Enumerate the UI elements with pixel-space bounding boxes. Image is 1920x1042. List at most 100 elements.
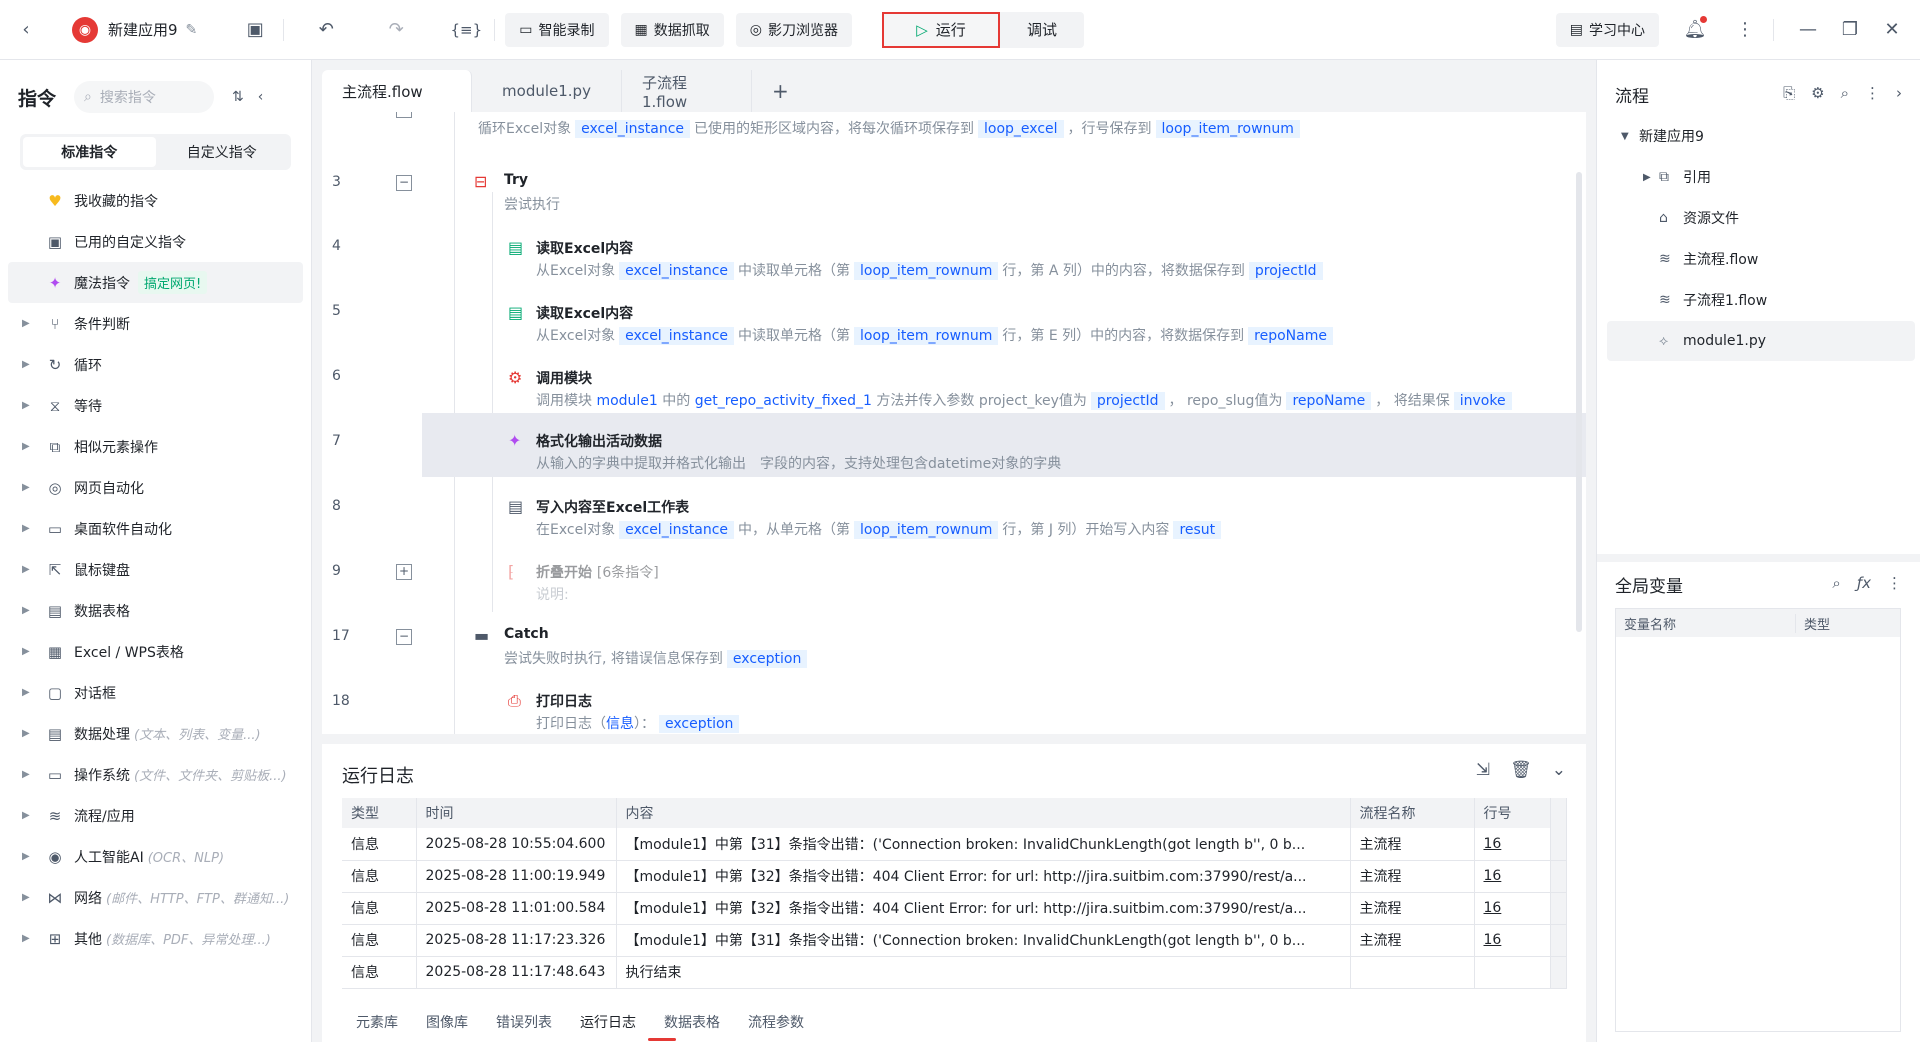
command-category[interactable]: ▶ ⊞ 其他 (数据库、PDF、异常处理...) [0, 918, 311, 959]
code-icon[interactable]: {≡} [448, 12, 484, 48]
command-category[interactable]: ▶ ▤ 数据表格 [0, 590, 311, 631]
learn-center-button[interactable]: ▤ 学习中心 [1555, 12, 1659, 47]
caret-right-icon: ▶ [22, 318, 30, 329]
collapse-right-icon[interactable]: › [1896, 84, 1902, 102]
bottom-tab[interactable]: 流程参数 [734, 1006, 818, 1038]
tab-module1[interactable]: module1.py [472, 70, 622, 112]
command-category[interactable]: ▶ ▦ Excel / WPS表格 [0, 631, 311, 672]
tree-item-main-flow[interactable]: ≋ 主流程.flow [1607, 239, 1915, 279]
bottom-tab[interactable]: 图像库 [412, 1006, 482, 1038]
bottom-tab[interactable]: 运行日志 [566, 1006, 650, 1038]
flow-panel-title: 流程 [1615, 87, 1649, 107]
chevron-down-icon[interactable]: ⌄ [1552, 760, 1566, 780]
command-category[interactable]: ▶ ≋ 流程/应用 [0, 795, 311, 836]
command-category[interactable]: ▶ ▭ 操作系统 (文件、文件夹、剪贴板...) [0, 754, 311, 795]
log-cell[interactable]: 16 [1474, 924, 1551, 957]
flow-row-try[interactable]: ⊟ Try 尝试执行 [422, 156, 1586, 220]
collapse-left-icon[interactable]: ‹ [258, 89, 264, 105]
flow-row-print-log[interactable]: ⎙ 打印日志 打印日志（信息）： exception [422, 673, 1586, 734]
command-category[interactable]: ▶ ⇱ 鼠标键盘 [0, 549, 311, 590]
command-category[interactable]: ▶ ◉ 人工智能AI (OCR、NLP) [0, 836, 311, 877]
favorite-commands[interactable]: ♥ 我收藏的指令 [0, 180, 311, 221]
command-category[interactable]: ▶ ⑂ 条件判断 [0, 303, 311, 344]
sort-icon[interactable]: ⇅ [232, 89, 244, 105]
editor-scrollbar[interactable] [1576, 172, 1582, 632]
log-cell[interactable]: 16 [1474, 860, 1551, 893]
command-category[interactable]: ▶ ↻ 循环 [0, 344, 311, 385]
tree-item-references[interactable]: ▶ ⧉ 引用 [1607, 157, 1915, 197]
log-row[interactable]: 信息 2025-08-28 11:17:23.326 【module1】中第【31】… [342, 924, 1567, 957]
add-tab-icon[interactable]: + [752, 70, 809, 112]
fold-toggle[interactable]: − [396, 629, 412, 645]
log-row[interactable]: 信息 2025-08-28 10:55:04.600 【module1】中第【31】… [342, 828, 1567, 861]
more-icon[interactable]: ⋮ [1887, 574, 1902, 592]
flow-row-catch[interactable]: ▬ Catch 尝试失败时执行, 将错误信息保存到 exception [422, 608, 1586, 672]
tab-main-flow[interactable]: 主流程.flow [322, 70, 472, 112]
flow-row-read-excel[interactable]: ▤ 读取Excel内容 从Excel对象 excel_instance 中读取单元格… [422, 220, 1586, 284]
app-name[interactable]: 新建应用9 [108, 19, 178, 40]
command-category[interactable]: ▶ ▤ 数据处理 (文本、列表、变量...) [0, 713, 311, 754]
search-icon[interactable]: ⌕ [1841, 84, 1849, 102]
log-cell[interactable]: 16 [1474, 892, 1551, 925]
tree-item-subflow[interactable]: ≋ 子流程1.flow [1607, 280, 1915, 320]
flow-row-read-excel[interactable]: ▤ 读取Excel内容 从Excel对象 excel_instance 中读取单元格… [422, 285, 1586, 349]
tab-standard-commands[interactable]: 标准指令 [23, 137, 156, 167]
flow-row-format-output[interactable]: ✦ 格式化输出活动数据 从输入的字典中提取并格式化输出 字段的内容，支持处理包含… [422, 413, 1586, 477]
run-button[interactable]: ▷ 运行 [881, 11, 1000, 48]
fold-toggle[interactable]: − [396, 112, 412, 118]
tree-item-resources[interactable]: ⌂ 资源文件 [1607, 198, 1915, 238]
used-custom-commands[interactable]: ▣ 已用的自定义指令 [0, 221, 311, 262]
smart-record-button[interactable]: ▭ 智能录制 [505, 12, 609, 47]
command-category[interactable]: ▶ ▢ 对话框 [0, 672, 311, 713]
fold-toggle[interactable]: + [396, 564, 412, 580]
browser-button[interactable]: ◎ 影刀浏览器 [735, 12, 852, 47]
log-row[interactable]: 信息 2025-08-28 11:01:00.584 【module1】中第【32】… [342, 892, 1567, 925]
log-cell: 信息 [342, 956, 417, 989]
tree-item-module1[interactable]: ⟡ module1.py [1607, 321, 1915, 361]
command-category[interactable]: ▶ ⋈ 网络 (邮件、HTTP、FTP、群通知...) [0, 877, 311, 918]
flow-row-call-module[interactable]: ⚙ 调用模块 调用模块 module1 中的 get_repo_activity… [422, 350, 1586, 414]
restore-icon[interactable]: ❐ [1832, 12, 1868, 48]
trash-icon[interactable]: 🗑︎ [1510, 760, 1532, 780]
more-icon[interactable]: ⋮ [1865, 84, 1880, 102]
minimize-icon[interactable]: — [1790, 12, 1826, 48]
log-cell: 信息 [342, 924, 417, 957]
export-icon[interactable]: ⇲ [1476, 760, 1490, 780]
flow-row-write-excel[interactable]: ▤ 写入内容至Excel工作表 在Excel对象 excel_instance 中，… [422, 479, 1586, 543]
edit-name-icon[interactable]: ✎ [186, 22, 198, 38]
tree-root[interactable]: ▼ 新建应用9 [1607, 116, 1915, 156]
log-cell[interactable] [1474, 956, 1551, 989]
log-row[interactable]: 信息 2025-08-28 11:00:19.949 【module1】中第【32】… [342, 860, 1567, 893]
log-cell: 2025-08-28 11:17:23.326 [416, 924, 617, 957]
command-category[interactable]: ▶ ⧉ 相似元素操作 [0, 426, 311, 467]
search-icon[interactable]: ⌕ [1832, 574, 1840, 592]
settings-stack-icon[interactable]: ⚙ [1811, 84, 1824, 102]
layers-add-icon[interactable]: ⎘ [1783, 84, 1795, 102]
debug-button[interactable]: 调试 [1000, 12, 1084, 48]
flow-row-fold[interactable]: ⁅ 折叠开始 [6条指令] 说明: [422, 544, 1586, 608]
more-icon[interactable]: ⋮ [1727, 12, 1763, 48]
command-search[interactable]: ⌕ 搜索指令 [74, 81, 215, 113]
undo-icon[interactable]: ↶ [308, 12, 344, 48]
data-grab-button[interactable]: ▦ 数据抓取 [620, 12, 724, 47]
bottom-tab[interactable]: 元素库 [342, 1006, 412, 1038]
save-icon[interactable]: ▣ [237, 12, 273, 48]
search-input[interactable]: 搜索指令 [100, 87, 156, 107]
function-icon[interactable]: ƒx [1857, 574, 1871, 592]
redo-icon[interactable]: ↷ [378, 12, 414, 48]
back-icon[interactable]: ‹ [8, 12, 44, 48]
log-row[interactable]: 信息 2025-08-28 11:17:48.643 执行结束 [342, 956, 1567, 989]
fold-toggle[interactable]: − [396, 175, 412, 191]
command-category[interactable]: ▶ ◎ 网页自动化 [0, 467, 311, 508]
command-category[interactable]: ▶ ▭ 桌面软件自动化 [0, 508, 311, 549]
tab-subflow1[interactable]: 子流程1.flow [622, 70, 752, 112]
log-cell[interactable]: 16 [1474, 828, 1551, 861]
magic-commands[interactable]: ✦ 魔法指令 搞定网页! [8, 262, 303, 303]
bottom-tab[interactable]: 错误列表 [482, 1006, 566, 1038]
bell-icon[interactable]: 🔔︎ [1677, 12, 1713, 48]
log-cell [1350, 956, 1475, 989]
tab-custom-commands[interactable]: 自定义指令 [156, 137, 289, 167]
close-icon[interactable]: ✕ [1874, 12, 1910, 48]
command-category[interactable]: ▶ ⧖ 等待 [0, 385, 311, 426]
bottom-tab[interactable]: 数据表格 [650, 1006, 734, 1038]
